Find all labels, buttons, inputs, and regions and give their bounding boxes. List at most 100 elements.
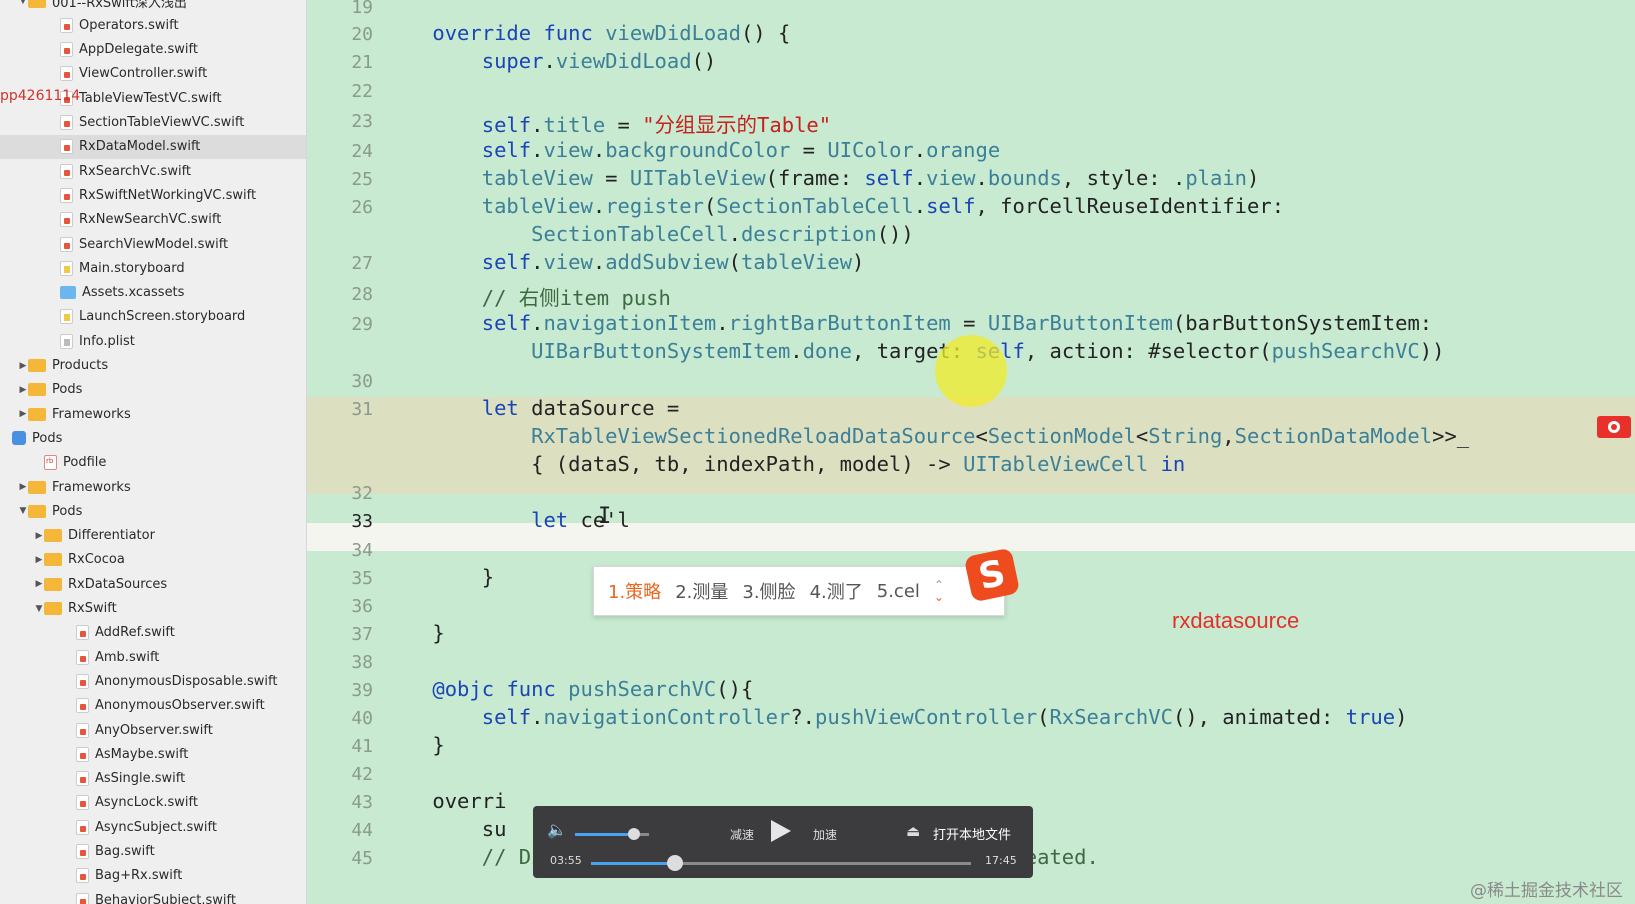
sidebar-item[interactable]: LaunchScreen.storyboard <box>0 305 306 329</box>
ime-candidate[interactable]: 1.策略 <box>608 578 661 604</box>
code-line[interactable]: overri <box>383 789 506 813</box>
sidebar-item[interactable]: Info.plist <box>0 329 306 353</box>
chevron-down-icon[interactable]: ⌄ <box>934 591 944 603</box>
ime-candidate[interactable]: 2.测量 <box>675 578 728 604</box>
ime-candidate[interactable]: 3.侧脸 <box>742 578 795 604</box>
sidebar-item[interactable]: Operators.swift <box>0 13 306 37</box>
code-line[interactable]: self.view.backgroundColor = UIColor.oran… <box>383 138 1000 162</box>
progress-slider[interactable] <box>591 855 971 871</box>
line-number: 45 <box>351 848 373 869</box>
sidebar-item[interactable]: AsSingle.swift <box>0 767 306 791</box>
sidebar-item-label: Frameworks <box>52 406 131 422</box>
eject-icon[interactable]: ⏏ <box>906 822 920 840</box>
sidebar-item[interactable]: Podfile <box>0 451 306 475</box>
sidebar-item[interactable]: ▶ Products <box>0 354 306 378</box>
ime-candidate-bar[interactable]: 1.策略 2.测量 3.侧脸 4.测了 5.cel ⌃ ⌄ <box>593 566 1005 616</box>
ime-page-arrows[interactable]: ⌃ ⌄ <box>934 579 944 603</box>
video-player-controls[interactable]: 🔈 减速 加速 ⏏ 打开本地文件 03:55 17:45 <box>533 806 1033 878</box>
code-line[interactable]: tableView.register(SectionTableCell.self… <box>383 194 1284 218</box>
code-line[interactable]: // 右侧item push <box>383 281 671 311</box>
sidebar-item[interactable]: Bag+Rx.swift <box>0 864 306 888</box>
disclosure-collapsed-icon[interactable]: ▶ <box>34 555 44 565</box>
code-line[interactable]: override func viewDidLoad() { <box>383 21 790 45</box>
sidebar-item[interactable]: ▶ Pods <box>0 378 306 402</box>
sidebar-item[interactable]: ▼ Pods <box>0 499 306 523</box>
code-line[interactable]: self.navigationController?.pushViewContr… <box>383 705 1408 729</box>
disclosure-collapsed-icon[interactable]: ▶ <box>18 361 28 371</box>
sidebar-item[interactable]: ▶ Frameworks <box>0 402 306 426</box>
volume-knob[interactable] <box>628 828 641 840</box>
disclosure-expanded-icon[interactable]: ▼ <box>34 604 44 614</box>
sidebar-item[interactable]: ▶ RxDataSources <box>0 572 306 596</box>
sidebar-item[interactable]: ViewController.swift <box>0 62 306 86</box>
sidebar-item[interactable]: Pods <box>0 426 306 450</box>
line-number: 31 <box>351 399 373 420</box>
sidebar-item[interactable]: AsyncLock.swift <box>0 791 306 815</box>
slow-down-button[interactable]: 减速 <box>730 826 754 843</box>
code-line[interactable]: @objc func pushSearchVC(){ <box>383 677 753 701</box>
sidebar-item[interactable]: Amb.swift <box>0 645 306 669</box>
ime-candidate[interactable]: 5.cel <box>877 581 920 602</box>
sidebar-item[interactable]: AppDelegate.swift <box>0 38 306 62</box>
sidebar-item[interactable]: ▶ Differentiator <box>0 524 306 548</box>
disclosure-collapsed-icon[interactable]: ▶ <box>34 531 44 541</box>
disclosure-collapsed-icon[interactable]: ▶ <box>18 385 28 395</box>
sidebar-item[interactable]: RxSearchVc.swift <box>0 159 306 183</box>
pods-project-icon <box>12 431 26 446</box>
folder-icon <box>44 602 62 615</box>
code-line[interactable]: { (dataS, tb, indexPath, model) -> UITab… <box>383 452 1185 476</box>
sidebar-item[interactable]: Main.storyboard <box>0 256 306 280</box>
code-line[interactable]: SectionTableCell.description()) <box>383 222 914 246</box>
sidebar-item[interactable]: RxNewSearchVC.swift <box>0 208 306 232</box>
code-line[interactable]: let ce'l <box>383 508 630 532</box>
sidebar-item[interactable]: RxSwiftNetWorkingVC.swift <box>0 183 306 207</box>
open-local-file-button[interactable]: 打开本地文件 <box>933 824 1011 843</box>
sidebar-item[interactable]: AnonymousDisposable.swift <box>0 669 306 693</box>
code-line[interactable]: self.navigationItem.rightBarButtonItem =… <box>383 311 1432 335</box>
sidebar-item[interactable]: RxDataModel.swift <box>0 134 306 159</box>
sidebar-item[interactable]: SearchViewModel.swift <box>0 232 306 256</box>
line-number: 24 <box>351 141 373 162</box>
sidebar-item[interactable]: ▶ Frameworks <box>0 475 306 499</box>
sidebar-item[interactable]: AsyncSubject.swift <box>0 815 306 839</box>
code-line[interactable]: su <box>383 817 507 841</box>
sidebar-item[interactable]: AnyObserver.swift <box>0 718 306 742</box>
speed-up-button[interactable]: 加速 <box>813 826 837 843</box>
sidebar-item[interactable]: ▼ RxSwift <box>0 597 306 621</box>
sidebar-item-label: LaunchScreen.storyboard <box>79 309 246 325</box>
code-editor[interactable]: 19 20 override func viewDidLoad() {21 sup… <box>307 0 1635 904</box>
sidebar-item-label: Operators.swift <box>79 17 179 33</box>
sidebar-item-label: AnyObserver.swift <box>95 722 213 738</box>
sidebar-item[interactable]: AnonymousObserver.swift <box>0 694 306 718</box>
ime-candidate[interactable]: 4.测了 <box>810 578 863 604</box>
code-line[interactable]: } <box>383 733 444 757</box>
volume-slider[interactable] <box>575 828 649 840</box>
sidebar-item[interactable]: AddRef.swift <box>0 621 306 645</box>
disclosure-expanded-icon[interactable]: ▼ <box>18 0 28 6</box>
sidebar-item[interactable]: ▶ RxCocoa <box>0 548 306 572</box>
sidebar-item[interactable]: AsMaybe.swift <box>0 742 306 766</box>
disclosure-expanded-icon[interactable]: ▼ <box>18 506 28 516</box>
sidebar-item[interactable]: SectionTableViewVC.swift <box>0 111 306 135</box>
sidebar-item[interactable]: Assets.xcassets <box>0 281 306 305</box>
sidebar-item[interactable]: Bag.swift <box>0 840 306 864</box>
play-icon[interactable] <box>771 820 791 842</box>
sidebar-item[interactable]: ▼ 001--RxSwift深入浅出 <box>0 0 306 13</box>
code-line[interactable]: RxTableViewSectionedReloadDataSource<Sec… <box>383 424 1469 448</box>
code-line[interactable]: self.view.addSubview(tableView) <box>383 250 865 274</box>
volume-icon[interactable]: 🔈 <box>547 820 567 839</box>
code-line[interactable]: tableView = UITableView(frame: self.view… <box>383 166 1260 190</box>
disclosure-collapsed-icon[interactable]: ▶ <box>18 409 28 419</box>
disclosure-collapsed-icon[interactable]: ▶ <box>18 482 28 492</box>
code-line[interactable]: let dataSource = <box>383 396 679 420</box>
code-line[interactable]: self.title = "分组显示的Table" <box>383 108 831 138</box>
disclosure-collapsed-icon[interactable]: ▶ <box>34 579 44 589</box>
error-badge-icon[interactable] <box>1597 416 1631 438</box>
progress-knob[interactable] <box>666 855 683 871</box>
sidebar-item-label: RxSwift <box>68 601 117 616</box>
code-line[interactable]: } <box>383 621 444 645</box>
code-line[interactable]: UIBarButtonSystemItem.done, target: self… <box>383 339 1444 363</box>
code-line[interactable]: super.viewDidLoad() <box>383 49 717 73</box>
sidebar-item[interactable]: BehaviorSubject.swift <box>0 888 306 904</box>
code-line[interactable]: } <box>383 565 494 589</box>
